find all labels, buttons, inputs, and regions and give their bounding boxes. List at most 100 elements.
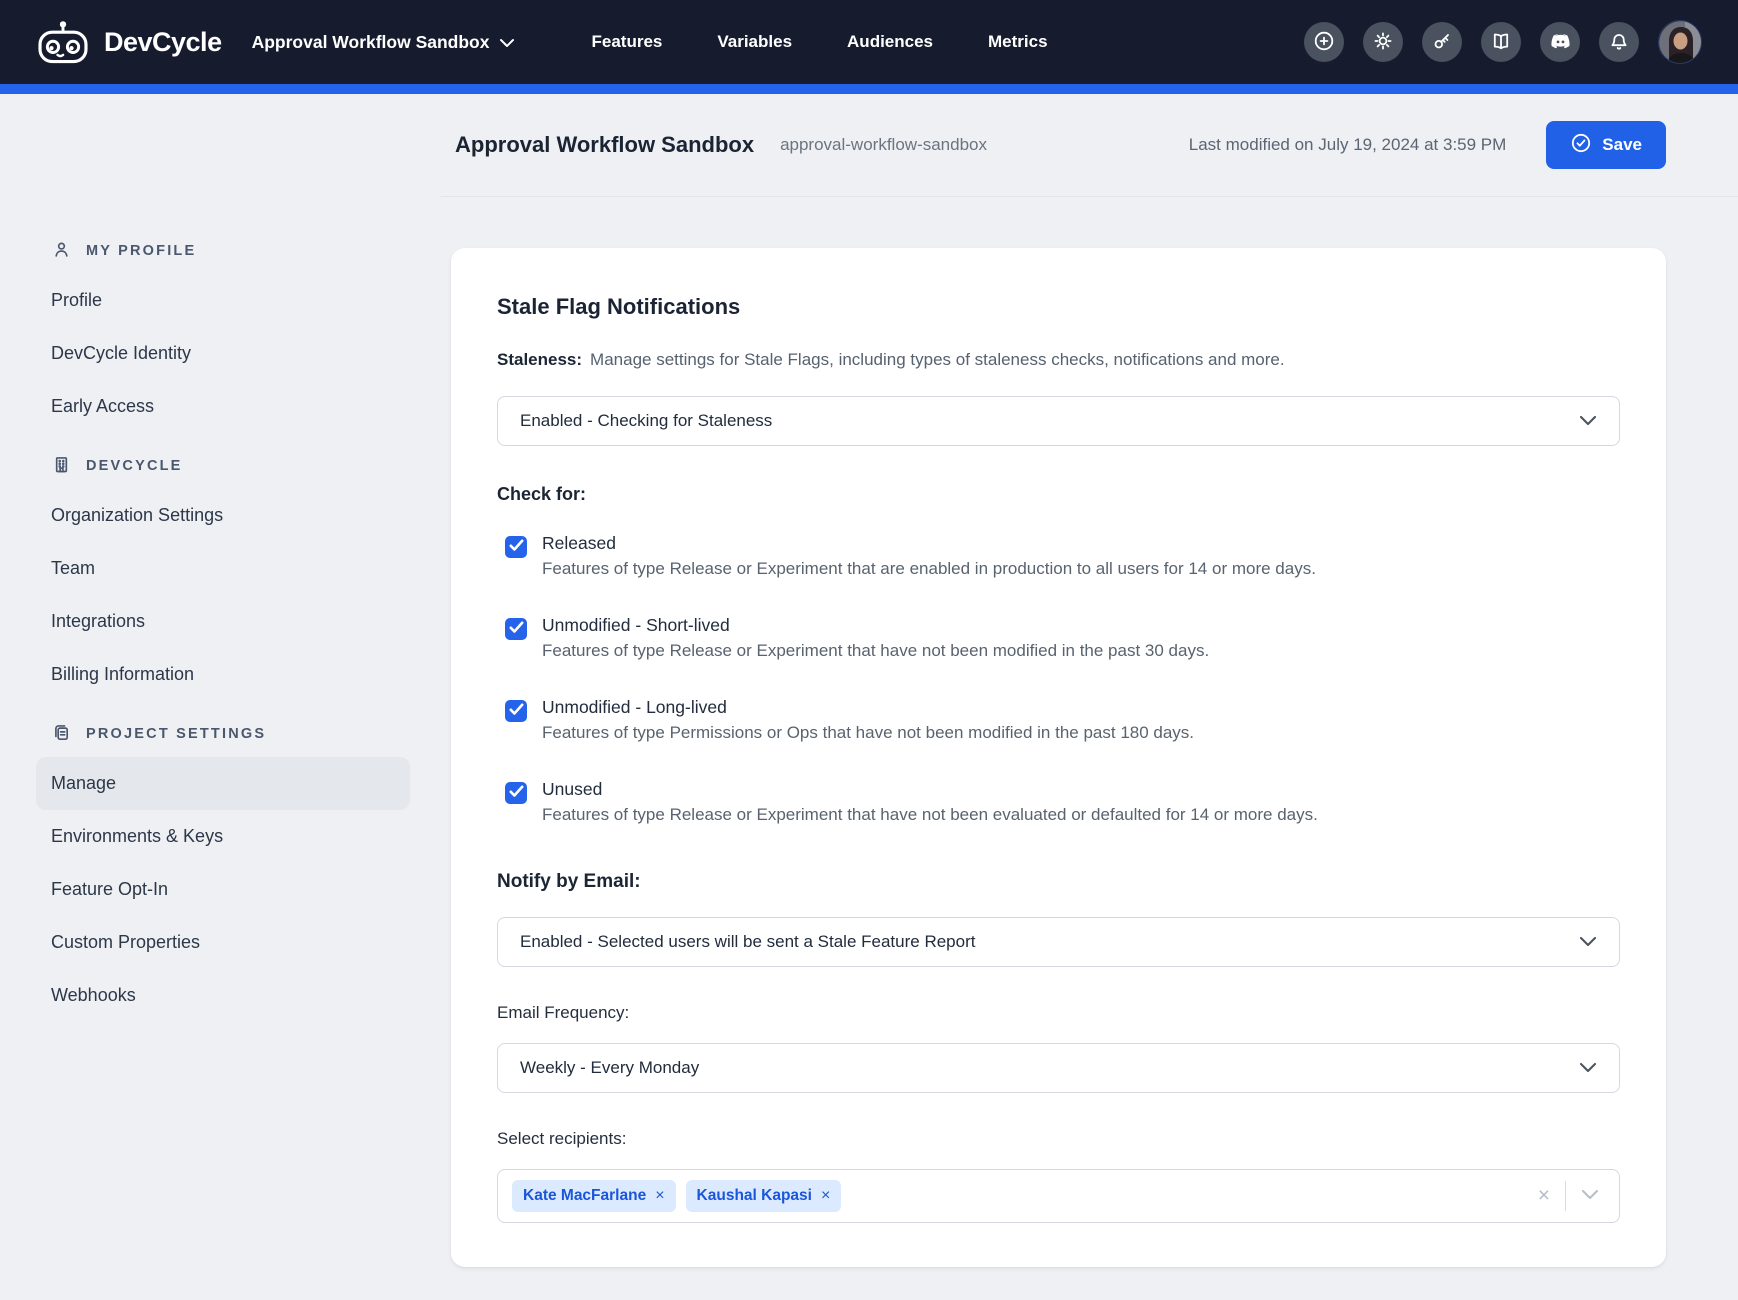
staleness-select[interactable]: Enabled - Checking for Staleness <box>497 396 1620 446</box>
chevron-down-icon <box>499 32 515 53</box>
save-button[interactable]: Save <box>1546 121 1666 169</box>
staleness-checks: Released Features of type Release or Exp… <box>497 533 1620 825</box>
check-description: Features of type Permissions or Ops that… <box>542 723 1194 743</box>
stale-flag-notifications-card: Stale Flag Notifications Staleness: Manag… <box>451 248 1666 1267</box>
sidebar-item-billing-information[interactable]: Billing Information <box>36 648 410 701</box>
notify-email-select-value: Enabled - Selected users will be sent a … <box>520 932 975 952</box>
chevron-down-icon[interactable] <box>1581 1187 1599 1205</box>
email-frequency-select-value: Weekly - Every Monday <box>520 1058 699 1078</box>
check-row-unused: Unused Features of type Release or Exper… <box>505 779 1620 825</box>
check-circle-icon <box>1570 132 1592 159</box>
check-label: Unmodified - Long-lived <box>542 697 1194 718</box>
bell-icon <box>1607 29 1631 56</box>
notify-email-select[interactable]: Enabled - Selected users will be sent a … <box>497 917 1620 967</box>
clipboard-icon <box>51 722 72 747</box>
brand[interactable]: DevCycle <box>36 20 222 64</box>
project-switcher-label: Approval Workflow Sandbox <box>252 32 490 53</box>
sidebar-section-devcycle: DEVCYCLE Organization Settings Team Inte… <box>36 451 410 701</box>
page-slug: approval-workflow-sandbox <box>780 135 987 155</box>
notifications-button[interactable] <box>1599 22 1639 62</box>
remove-recipient-icon[interactable]: × <box>821 1188 830 1204</box>
nav-item-metrics[interactable]: Metrics <box>988 32 1048 52</box>
check-icon <box>509 539 524 555</box>
check-description: Features of type Release or Experiment t… <box>542 559 1316 579</box>
nav-item-variables[interactable]: Variables <box>717 32 792 52</box>
check-description: Features of type Release or Experiment t… <box>542 641 1209 661</box>
check-description: Features of type Release or Experiment t… <box>542 805 1318 825</box>
card-title: Stale Flag Notifications <box>497 294 1620 320</box>
remove-recipient-icon[interactable]: × <box>655 1188 664 1204</box>
top-nav-bar: DevCycle Approval Workflow Sandbox Featu… <box>0 0 1738 84</box>
sidebar-section-project-settings: PROJECT SETTINGS Manage Environments & K… <box>36 719 410 1022</box>
check-row-unmodified-long-lived: Unmodified - Long-lived Features of type… <box>505 697 1620 743</box>
email-frequency-select[interactable]: Weekly - Every Monday <box>497 1043 1620 1093</box>
page-header-right: Last modified on July 19, 2024 at 3:59 P… <box>1189 121 1666 169</box>
brand-name: DevCycle <box>104 27 222 58</box>
nav-item-audiences[interactable]: Audiences <box>847 32 933 52</box>
book-icon <box>1489 29 1513 56</box>
sidebar-section-label: MY PROFILE <box>86 243 196 259</box>
top-actions <box>1304 20 1702 64</box>
chevron-down-icon <box>1579 1062 1597 1073</box>
sidebar-item-integrations[interactable]: Integrations <box>36 595 410 648</box>
sidebar-item-organization-settings[interactable]: Organization Settings <box>36 489 410 542</box>
save-button-label: Save <box>1602 135 1642 155</box>
check-label: Unused <box>542 779 1318 800</box>
discord-button[interactable] <box>1540 22 1580 62</box>
staleness-select-value: Enabled - Checking for Staleness <box>520 411 772 431</box>
check-text: Released Features of type Release or Exp… <box>542 533 1316 579</box>
api-keys-button[interactable] <box>1422 22 1462 62</box>
sidebar-item-devcycle-identity[interactable]: DevCycle Identity <box>36 327 410 380</box>
recipient-name: Kate MacFarlane <box>523 1187 646 1205</box>
page-header: Approval Workflow Sandbox approval-workf… <box>441 94 1738 197</box>
notify-by-email-label: Notify by Email: <box>497 871 1620 893</box>
multiselect-controls: × <box>1538 1181 1599 1211</box>
sidebar-item-profile[interactable]: Profile <box>36 274 410 327</box>
check-text: Unused Features of type Release or Exper… <box>542 779 1318 825</box>
docs-button[interactable] <box>1481 22 1521 62</box>
check-label: Unmodified - Short-lived <box>542 615 1209 636</box>
checkbox-unmodified-short-lived[interactable] <box>505 618 527 640</box>
check-icon <box>509 785 524 801</box>
key-icon <box>1430 29 1454 56</box>
sidebar-item-webhooks[interactable]: Webhooks <box>36 969 410 1022</box>
sidebar-item-early-access[interactable]: Early Access <box>36 380 410 433</box>
check-icon <box>509 703 524 719</box>
recipients-multiselect[interactable]: Kate MacFarlane × Kaushal Kapasi × × <box>497 1169 1620 1223</box>
last-modified-text: Last modified on July 19, 2024 at 3:59 P… <box>1189 135 1507 155</box>
sidebar-section-label: PROJECT SETTINGS <box>86 726 266 742</box>
check-for-label: Check for: <box>497 484 1620 505</box>
gear-icon <box>1371 29 1395 56</box>
divider <box>1565 1181 1566 1211</box>
check-icon <box>509 621 524 637</box>
building-icon <box>51 454 72 479</box>
settings-button[interactable] <box>1363 22 1403 62</box>
top-nav-links: Features Variables Audiences Metrics <box>591 32 1047 52</box>
nav-item-features[interactable]: Features <box>591 32 662 52</box>
sidebar-item-environments-keys[interactable]: Environments & Keys <box>36 810 410 863</box>
staleness-label: Staleness: <box>497 350 582 369</box>
sidebar-item-manage[interactable]: Manage <box>36 757 410 810</box>
devcycle-logo-icon <box>36 20 90 64</box>
recipient-chip: Kate MacFarlane × <box>512 1180 676 1212</box>
recipient-chip: Kaushal Kapasi × <box>686 1180 842 1212</box>
staleness-description: Manage settings for Stale Flags, includi… <box>590 350 1285 369</box>
person-icon <box>51 239 72 264</box>
sidebar-section-my-profile: MY PROFILE Profile DevCycle Identity Ear… <box>36 236 410 433</box>
avatar[interactable] <box>1658 20 1702 64</box>
add-button[interactable] <box>1304 22 1344 62</box>
project-switcher[interactable]: Approval Workflow Sandbox <box>252 32 516 53</box>
sidebar-item-team[interactable]: Team <box>36 542 410 595</box>
check-row-unmodified-short-lived: Unmodified - Short-lived Features of typ… <box>505 615 1620 661</box>
sidebar-item-feature-opt-in[interactable]: Feature Opt-In <box>36 863 410 916</box>
checkbox-released[interactable] <box>505 536 527 558</box>
plus-circle-icon <box>1312 29 1336 56</box>
check-row-released: Released Features of type Release or Exp… <box>505 533 1620 579</box>
sidebar-item-custom-properties[interactable]: Custom Properties <box>36 916 410 969</box>
accent-bar <box>0 84 1738 94</box>
checkbox-unused[interactable] <box>505 782 527 804</box>
settings-sidebar: MY PROFILE Profile DevCycle Identity Ear… <box>36 236 410 1022</box>
checkbox-unmodified-long-lived[interactable] <box>505 700 527 722</box>
chevron-down-icon <box>1579 415 1597 426</box>
clear-all-icon[interactable]: × <box>1538 1185 1550 1206</box>
